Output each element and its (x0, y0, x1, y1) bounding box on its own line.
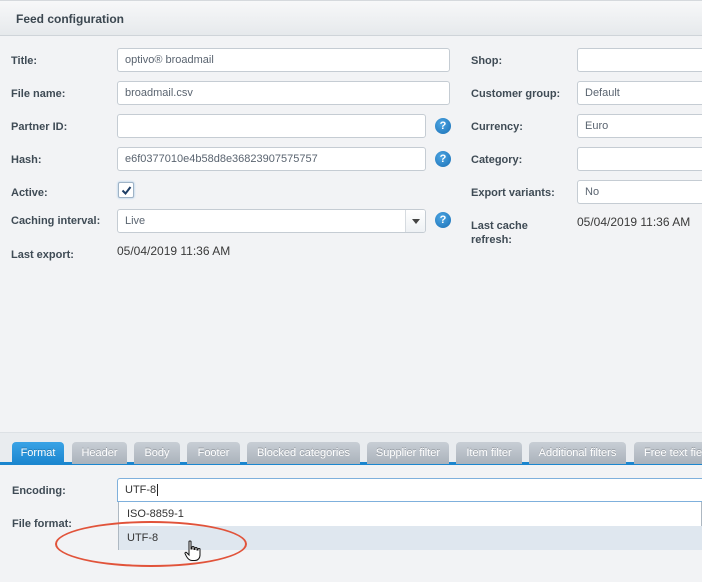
tab-blocked-categories[interactable]: Blocked categories (247, 442, 360, 464)
encoding-value: UTF-8 (125, 484, 157, 496)
tab-additional-filters[interactable]: Additional filters (529, 442, 626, 464)
category-select[interactable] (577, 147, 702, 171)
caching-interval-select[interactable]: Live (117, 209, 426, 233)
tab-body[interactable]: Body (134, 442, 180, 464)
dropdown-button[interactable] (405, 210, 425, 232)
encoding-input[interactable]: UTF-8 (117, 478, 702, 502)
help-icon[interactable]: ? (435, 118, 451, 134)
shop-label: Shop: (471, 55, 503, 67)
currency-label: Currency: (471, 121, 523, 133)
shop-input[interactable] (577, 48, 702, 72)
customer-group-label: Customer group: (471, 88, 561, 100)
active-checkbox[interactable] (118, 182, 134, 198)
tab-item-filter[interactable]: Item filter (456, 442, 522, 464)
hand-pointer-icon (184, 540, 201, 561)
filename-label: File name: (11, 88, 66, 100)
export-variants-label: Export variants: (471, 187, 555, 199)
checkmark-icon (121, 186, 132, 196)
tab-format[interactable]: Format (12, 442, 64, 464)
tab-header[interactable]: Header (72, 442, 127, 464)
encoding-dropdown-list: ISO-8859-1 UTF-8 (118, 502, 702, 550)
hash-input[interactable]: e6f0377010e4b58d8e36823907575757 (117, 147, 426, 171)
panel-header: Feed configuration (0, 0, 702, 36)
title-input[interactable]: optivo® broadmail (117, 48, 450, 72)
text-caret (157, 484, 159, 497)
tab-footer[interactable]: Footer (187, 442, 240, 464)
help-icon[interactable]: ? (435, 151, 451, 167)
last-export-label: Last export: (11, 249, 74, 261)
tab-supplier-filter[interactable]: Supplier filter (367, 442, 449, 464)
active-label: Active: (11, 187, 48, 199)
customer-group-select[interactable]: Default (577, 81, 702, 105)
last-cache-refresh-label: refresh: (471, 234, 512, 246)
last-export-value: 05/04/2019 11:36 AM (117, 244, 231, 258)
category-label: Category: (471, 154, 523, 166)
last-cache-refresh-value: 05/04/2019 11:36 AM (577, 215, 691, 229)
hash-label: Hash: (11, 154, 42, 166)
currency-select[interactable]: Euro (577, 114, 702, 138)
filename-input[interactable]: broadmail.csv (117, 81, 450, 105)
tab-free-text-fields[interactable]: Free text fie (634, 442, 702, 464)
encoding-label: Encoding: (12, 485, 66, 497)
partner-id-label: Partner ID: (11, 121, 68, 133)
export-variants-select[interactable]: No (577, 180, 702, 204)
help-icon[interactable]: ? (435, 212, 451, 228)
tab-bar: Format Header Body Footer Blocked catego… (0, 433, 702, 465)
caching-interval-label: Caching interval: (11, 215, 101, 227)
last-cache-refresh-label: Last cache (471, 220, 528, 232)
panel-title: Feed configuration (16, 12, 124, 26)
partner-id-input[interactable] (117, 114, 426, 138)
chevron-down-icon (412, 219, 420, 224)
title-label: Title: (11, 55, 38, 67)
caching-interval-value: Live (125, 215, 146, 227)
encoding-option-utf-8[interactable]: UTF-8 (119, 526, 702, 550)
file-format-label: File format: (12, 518, 72, 530)
encoding-option-iso-8859-1[interactable]: ISO-8859-1 (119, 502, 702, 526)
